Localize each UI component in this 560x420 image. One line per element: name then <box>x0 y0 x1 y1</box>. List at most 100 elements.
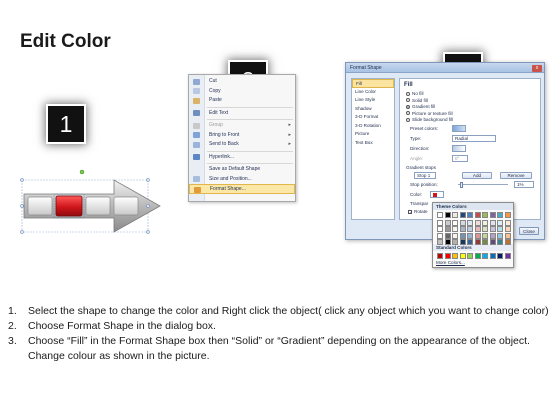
theme-color-swatch[interactable] <box>474 226 481 233</box>
theme-color-swatch[interactable] <box>504 212 511 218</box>
theme-color-swatch[interactable] <box>467 238 473 245</box>
add-stop-button[interactable]: Add <box>462 172 492 179</box>
menu-item-send-to-back[interactable]: Send to Back ▸ <box>189 140 295 150</box>
nav-item-text-box[interactable]: Text Box <box>352 139 394 148</box>
theme-color-swatch[interactable] <box>452 212 458 218</box>
theme-color-swatch[interactable] <box>459 212 466 218</box>
theme-color-swatch[interactable] <box>459 226 466 233</box>
theme-color-swatch[interactable] <box>489 220 496 227</box>
slider-thumb[interactable] <box>460 181 463 188</box>
standard-color-swatch[interactable] <box>452 252 458 259</box>
theme-color-swatch[interactable] <box>504 238 511 245</box>
theme-color-swatch[interactable] <box>482 232 488 239</box>
stop-position-slider[interactable] <box>458 184 508 185</box>
theme-color-swatch[interactable] <box>444 220 451 227</box>
nav-item-fill[interactable]: Fill <box>352 79 394 88</box>
standard-color-swatch[interactable] <box>467 252 473 259</box>
direction-dropdown[interactable] <box>452 145 466 152</box>
theme-color-swatch[interactable] <box>497 212 503 218</box>
theme-color-swatch[interactable] <box>452 226 458 233</box>
theme-color-swatch[interactable] <box>452 220 458 227</box>
nav-item-3d-rotation[interactable]: 3-D Rotation <box>352 122 394 131</box>
close-button[interactable]: Close <box>519 227 539 235</box>
standard-color-swatch[interactable] <box>497 252 503 259</box>
angle-input[interactable]: 0° <box>452 155 468 162</box>
radio-slide-bg-fill[interactable]: Slide background fill <box>406 117 453 123</box>
standard-color-swatch[interactable] <box>444 252 451 259</box>
rotate-checkbox[interactable]: ✓ Rotate <box>408 209 428 215</box>
theme-color-swatch[interactable] <box>444 238 451 245</box>
theme-color-swatch[interactable] <box>489 232 496 239</box>
theme-color-swatch[interactable] <box>504 232 511 239</box>
color-dropdown[interactable] <box>430 191 444 198</box>
nav-item-picture[interactable]: Picture <box>352 130 394 139</box>
theme-color-swatch[interactable] <box>474 212 481 218</box>
standard-color-swatch[interactable] <box>482 252 488 259</box>
theme-color-swatch[interactable] <box>474 232 481 239</box>
radio-solid-fill[interactable]: Solid fill <box>406 98 428 104</box>
theme-color-swatch[interactable] <box>452 232 458 239</box>
theme-color-swatch[interactable] <box>437 212 443 218</box>
theme-color-swatch[interactable] <box>474 220 481 227</box>
theme-color-swatch[interactable] <box>497 232 503 239</box>
theme-color-swatch[interactable] <box>452 238 458 245</box>
menu-item-hyperlink[interactable]: Hyperlink... <box>189 153 295 163</box>
shape-box-selected-red[interactable] <box>55 195 83 217</box>
standard-color-swatch[interactable] <box>504 252 511 259</box>
menu-item-cut[interactable]: Cut <box>189 77 295 87</box>
theme-color-swatch[interactable] <box>437 232 443 239</box>
theme-color-swatch[interactable] <box>467 220 473 227</box>
arrow-diagram[interactable] <box>20 166 170 246</box>
shape-box-1[interactable] <box>27 196 53 216</box>
nav-item-3d-format[interactable]: 3-D Format <box>352 113 394 122</box>
preset-colors-dropdown[interactable] <box>452 125 466 132</box>
more-colors-link[interactable]: More Colors... <box>433 260 513 266</box>
theme-color-swatch[interactable] <box>467 232 473 239</box>
remove-stop-button[interactable]: Remove <box>500 172 532 179</box>
shape-box-4[interactable] <box>113 196 139 216</box>
standard-color-swatch[interactable] <box>459 252 466 259</box>
radio-gradient-fill[interactable]: Gradient fill <box>406 104 435 110</box>
stop-position-input[interactable]: 1% <box>514 181 534 188</box>
theme-color-swatch[interactable] <box>459 220 466 227</box>
theme-color-swatch[interactable] <box>489 238 496 245</box>
theme-color-swatch[interactable] <box>459 238 466 245</box>
menu-item-format-shape[interactable]: Format Shape... <box>189 184 295 194</box>
theme-color-swatch[interactable] <box>482 238 488 245</box>
stop-dropdown[interactable]: Stop 1 <box>414 172 436 179</box>
nav-item-line-style[interactable]: Line Style <box>352 96 394 105</box>
theme-color-swatch[interactable] <box>437 220 443 227</box>
theme-color-swatch[interactable] <box>482 226 488 233</box>
standard-color-swatch[interactable] <box>437 252 443 259</box>
rotate-handle[interactable] <box>79 169 85 175</box>
type-dropdown[interactable]: Radial <box>452 135 496 142</box>
theme-color-swatch[interactable] <box>437 226 443 233</box>
menu-item-size-position[interactable]: Size and Position... <box>189 175 295 185</box>
theme-color-swatch[interactable] <box>482 220 488 227</box>
theme-color-swatch[interactable] <box>489 212 496 218</box>
menu-item-bring-to-front[interactable]: Bring to Front ▸ <box>189 131 295 141</box>
close-icon[interactable]: x <box>532 64 542 72</box>
theme-color-swatch[interactable] <box>489 226 496 233</box>
theme-color-swatch[interactable] <box>497 238 503 245</box>
theme-color-swatch[interactable] <box>497 220 503 227</box>
theme-color-swatch[interactable] <box>504 226 511 233</box>
theme-color-swatch[interactable] <box>467 212 473 218</box>
menu-item-edit-text[interactable]: Edit Text <box>189 109 295 119</box>
radio-no-fill[interactable]: No fill <box>406 91 424 97</box>
menu-item-group[interactable]: Group ▸ <box>189 121 295 131</box>
menu-item-save-default-shape[interactable]: Save as Default Shape <box>189 165 295 175</box>
theme-color-swatch[interactable] <box>459 232 466 239</box>
theme-color-swatch[interactable] <box>437 238 443 245</box>
shape-box-3[interactable] <box>85 196 111 216</box>
theme-color-swatch[interactable] <box>444 226 451 233</box>
theme-color-swatch[interactable] <box>444 212 451 218</box>
theme-color-swatch[interactable] <box>497 226 503 233</box>
nav-item-line-color[interactable]: Line Color <box>352 88 394 97</box>
standard-color-swatch[interactable] <box>474 252 481 259</box>
nav-item-shadow[interactable]: Shadow <box>352 105 394 114</box>
menu-item-copy[interactable]: Copy <box>189 87 295 97</box>
menu-item-paste[interactable]: Paste <box>189 96 295 106</box>
theme-color-swatch[interactable] <box>444 232 451 239</box>
theme-color-swatch[interactable] <box>474 238 481 245</box>
